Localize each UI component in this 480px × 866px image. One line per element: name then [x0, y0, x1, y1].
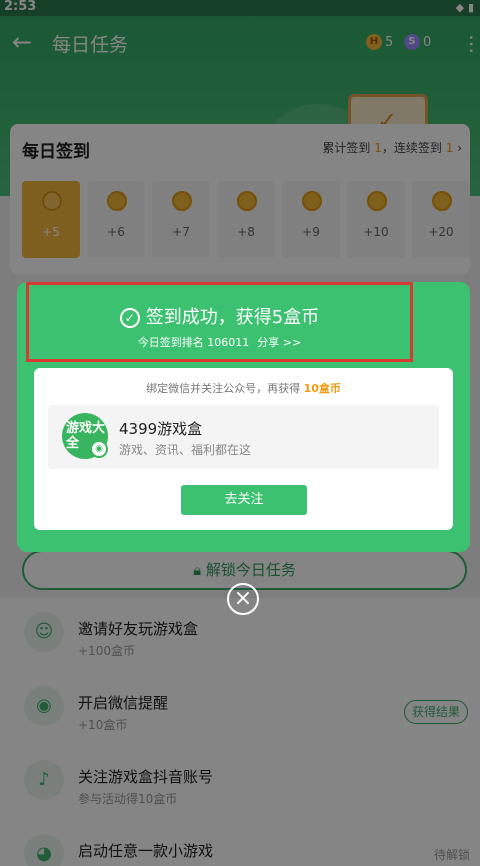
highlight-box: ✓ 签到成功，获得5盒币 今日签到排名 106011 分享 >>: [26, 282, 413, 362]
follow-panel: 绑定微信并关注公众号，再获得 10盒币 游戏大全 ◉ 4399游戏盒 游戏、资讯…: [34, 368, 453, 530]
success-text: 签到成功，获得5盒币: [145, 307, 320, 328]
account-card[interactable]: 游戏大全 ◉ 4399游戏盒 游戏、资讯、福利都在这: [48, 405, 439, 469]
close-icon[interactable]: ×: [227, 583, 259, 615]
bind-hint: 绑定微信并关注公众号，再获得 10盒币: [34, 380, 453, 396]
follow-button[interactable]: 去关注: [181, 485, 307, 515]
check-circle-icon: ✓: [119, 308, 140, 328]
rank-text: 今日签到排名 106011: [137, 336, 250, 349]
share-link[interactable]: 分享 >>: [257, 336, 301, 349]
rank-line: 今日签到排名 106011 分享 >>: [29, 334, 410, 350]
wechat-icon: ◉: [90, 440, 108, 458]
success-message: ✓ 签到成功，获得5盒币: [29, 303, 410, 329]
bind-prefix: 绑定微信并关注公众号，再获得: [146, 382, 304, 395]
signin-success-dialog: ✓ 签到成功，获得5盒币 今日签到排名 106011 分享 >> 绑定微信并关注公众…: [17, 282, 470, 552]
account-description: 游戏、资讯、福利都在这: [119, 443, 252, 457]
account-name: 4399游戏盒: [119, 420, 203, 438]
bind-bonus: 10盒币: [303, 382, 341, 395]
